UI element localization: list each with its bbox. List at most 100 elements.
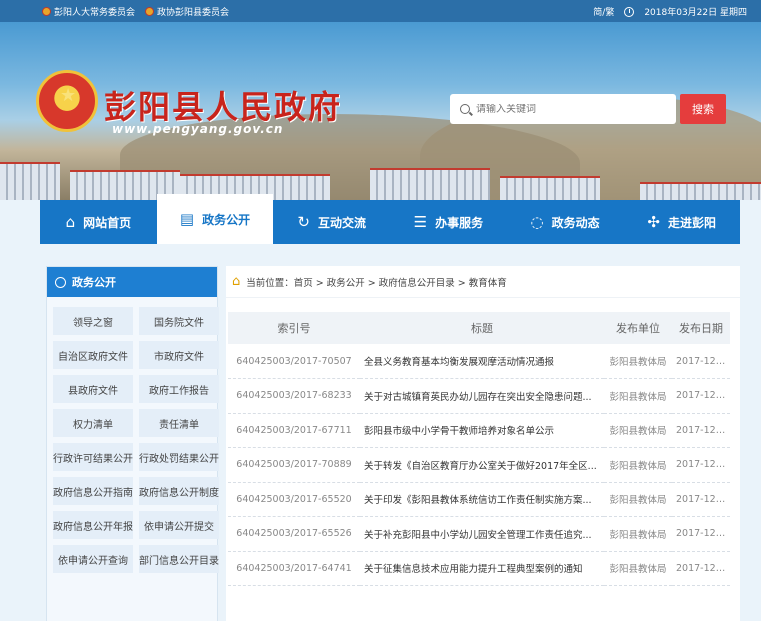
sidebar-item[interactable]: 责任清单 [139,409,219,437]
search-button[interactable]: 搜索 [680,94,726,124]
sidebar-item[interactable]: 行政处罚结果公开 [139,443,219,471]
row-title-link[interactable]: 关于转发《自治区教育厅办公室关于做好2017年全区... [360,447,604,483]
row-date: 2017-12-11 [672,516,730,552]
row-index: 640425003/2017-64741 [228,551,360,586]
row-date: 2017-12-08 [672,551,730,586]
table-row[interactable]: 640425003/2017-68233 关于对古城镇育英民办幼儿园存在突出安全… [228,378,730,414]
badge-icon [42,7,51,16]
location-icon [55,276,66,288]
sidebar-item[interactable]: 依申请公开查询 [53,545,133,573]
national-emblem-logo [36,70,98,132]
table-row[interactable]: 640425003/2017-65526 关于补充彭阳县中小学幼儿园安全管理工作… [228,516,730,552]
row-title-link[interactable]: 关于印发《彭阳县教体系统信访工作责任制实施方案... [360,482,604,517]
search-box [450,94,676,124]
row-dept: 彭阳县教体局 [604,378,672,414]
sidebar-item[interactable]: 市政府文件 [139,341,219,369]
row-dept: 彭阳县教体局 [604,413,672,448]
column-dept: 发布单位 [604,312,672,344]
table-row[interactable]: 640425003/2017-70507 全县义务教育基本均衡发展观摩活动情况通… [228,344,730,379]
nav-item-home[interactable]: ⌂ 网站首页 [40,200,157,244]
grid-icon: ✣ [647,213,660,231]
nav-label: 互动交流 [317,215,366,230]
table-row[interactable]: 640425003/2017-64741 关于征集信息技术应用能力提升工程典型案… [228,551,730,586]
row-date: 2017-12-11 [672,482,730,517]
sidebar-menu: 领导之窗 国务院文件 自治区政府文件 市政府文件 县政府文件 政府工作报告 权力… [47,297,219,583]
sidebar-item[interactable]: 领导之窗 [53,307,133,335]
nav-label: 政务公开 [202,212,251,227]
nav-label: 网站首页 [83,215,132,230]
badge-icon [145,7,155,16]
row-title-link[interactable]: 关于补充彭阳县中小学幼儿园安全管理工作责任追究... [360,516,604,552]
chat-icon: ◌ [530,213,544,231]
row-index: 640425003/2017-68233 [228,378,360,414]
sidebar-item[interactable]: 政府信息公开指南 [53,477,133,505]
banner-buildings [0,140,761,200]
link-npc-label: 彭阳人大常务委员会 [54,8,136,18]
row-index: 640425003/2017-65520 [228,482,360,517]
table-header: 索引号 标题 发布单位 发布日期 [228,312,730,344]
refresh-icon: ↻ [297,213,310,231]
link-cppcc-label: 政协彭阳县委员会 [157,8,230,18]
sidebar-item[interactable]: 县政府文件 [53,375,133,403]
clock-icon [624,6,635,17]
row-dept: 彭阳县教体局 [604,344,672,379]
row-index: 640425003/2017-67711 [228,413,360,448]
sidebar-item[interactable]: 行政许可结果公开 [53,443,133,471]
nav-label: 走进彭阳 [667,215,716,230]
sidebar-item[interactable]: 政府信息公开制度 [139,477,219,505]
row-index: 640425003/2017-70507 [228,344,360,379]
document-table: 索引号 标题 发布单位 发布日期 640425003/2017-70507 全县… [228,312,730,586]
lang-switch[interactable]: 简/繁 [593,5,614,18]
row-date: 2017-12-15 [672,413,730,448]
current-date: 2018年03月22日 星期四 [644,8,747,18]
link-cppcc[interactable]: 政协彭阳县委员会 [145,5,229,18]
row-title-link[interactable]: 关于对古城镇育英民办幼儿园存在突出安全隐患问题... [360,378,604,414]
row-title-link[interactable]: 彭阳县市级中小学骨干教师培养对象名单公示 [360,413,604,448]
breadcrumb: ⌂ 当前位置：首页 > 政务公开 > 政府信息公开目录 > 教育体育 [226,266,740,298]
sidebar-item[interactable]: 权力清单 [53,409,133,437]
sidebar-item[interactable]: 政府工作报告 [139,375,219,403]
column-title: 标题 [360,312,604,344]
nav-item-about[interactable]: ✣ 走进彭阳 [623,200,740,244]
sidebar-item[interactable]: 部门信息公开目录 [139,545,219,573]
row-date: 2017-12-15 [672,447,730,483]
nav-item-news[interactable]: ◌ 政务动态 [507,200,624,244]
search-input[interactable] [476,103,646,115]
site-url: www.pengyang.gov.cn [112,122,284,136]
nav-label: 政务动态 [551,215,600,230]
row-index: 640425003/2017-65526 [228,516,360,552]
column-index: 索引号 [228,312,360,344]
main-nav: ⌂ 网站首页 ▤ 政务公开 ↻ 互动交流 ☰ 办事服务 ◌ 政务动态 ✣ 走进彭阳 [40,194,740,244]
sidebar-item[interactable]: 依申请公开提交 [139,511,219,539]
sidebar-title: 政务公开 [72,276,116,289]
header-banner: 彭阳县人民政府 www.pengyang.gov.cn 搜索 [0,22,761,200]
row-date: 2017-12-22 [672,344,730,379]
column-date: 发布日期 [672,312,730,344]
home-icon: ⌂ [232,274,241,289]
sidebar-item[interactable]: 政府信息公开年报 [53,511,133,539]
table-row[interactable]: 640425003/2017-65520 关于印发《彭阳县教体系统信访工作责任制… [228,482,730,517]
row-dept: 彭阳县教体局 [604,482,672,517]
sidebar-item[interactable]: 自治区政府文件 [53,341,133,369]
row-dept: 彭阳县教体局 [604,551,672,586]
sidebar-item[interactable]: 国务院文件 [139,307,219,335]
sidebar: 政务公开 领导之窗 国务院文件 自治区政府文件 市政府文件 县政府文件 政府工作… [46,266,219,621]
sidebar-header: 政务公开 [47,267,217,297]
nav-item-services[interactable]: ☰ 办事服务 [390,200,507,244]
nav-item-gov-affairs[interactable]: ▤ 政务公开 [156,194,274,244]
nav-label: 办事服务 [435,215,484,230]
table-row[interactable]: 640425003/2017-70889 关于转发《自治区教育厅办公室关于做好2… [228,447,730,483]
main-content: ⌂ 当前位置：首页 > 政务公开 > 政府信息公开目录 > 教育体育 索引号 标… [226,266,740,621]
table-row[interactable]: 640425003/2017-67711 彭阳县市级中小学骨干教师培养对象名单公… [228,413,730,448]
link-npc[interactable]: 彭阳人大常务委员会 [42,5,135,18]
row-dept: 彭阳县教体局 [604,447,672,483]
row-date: 2017-12-19 [672,378,730,414]
row-dept: 彭阳县教体局 [604,516,672,552]
breadcrumb-text[interactable]: 当前位置：首页 > 政务公开 > 政府信息公开目录 > 教育体育 [246,275,507,289]
row-title-link[interactable]: 关于征集信息技术应用能力提升工程典型案例的通知 [360,551,604,586]
row-index: 640425003/2017-70889 [228,447,360,483]
nav-item-interaction[interactable]: ↻ 互动交流 [273,200,390,244]
row-title-link[interactable]: 全县义务教育基本均衡发展观摩活动情况通报 [360,344,604,379]
search-icon [460,104,470,114]
home-icon: ⌂ [65,213,76,231]
